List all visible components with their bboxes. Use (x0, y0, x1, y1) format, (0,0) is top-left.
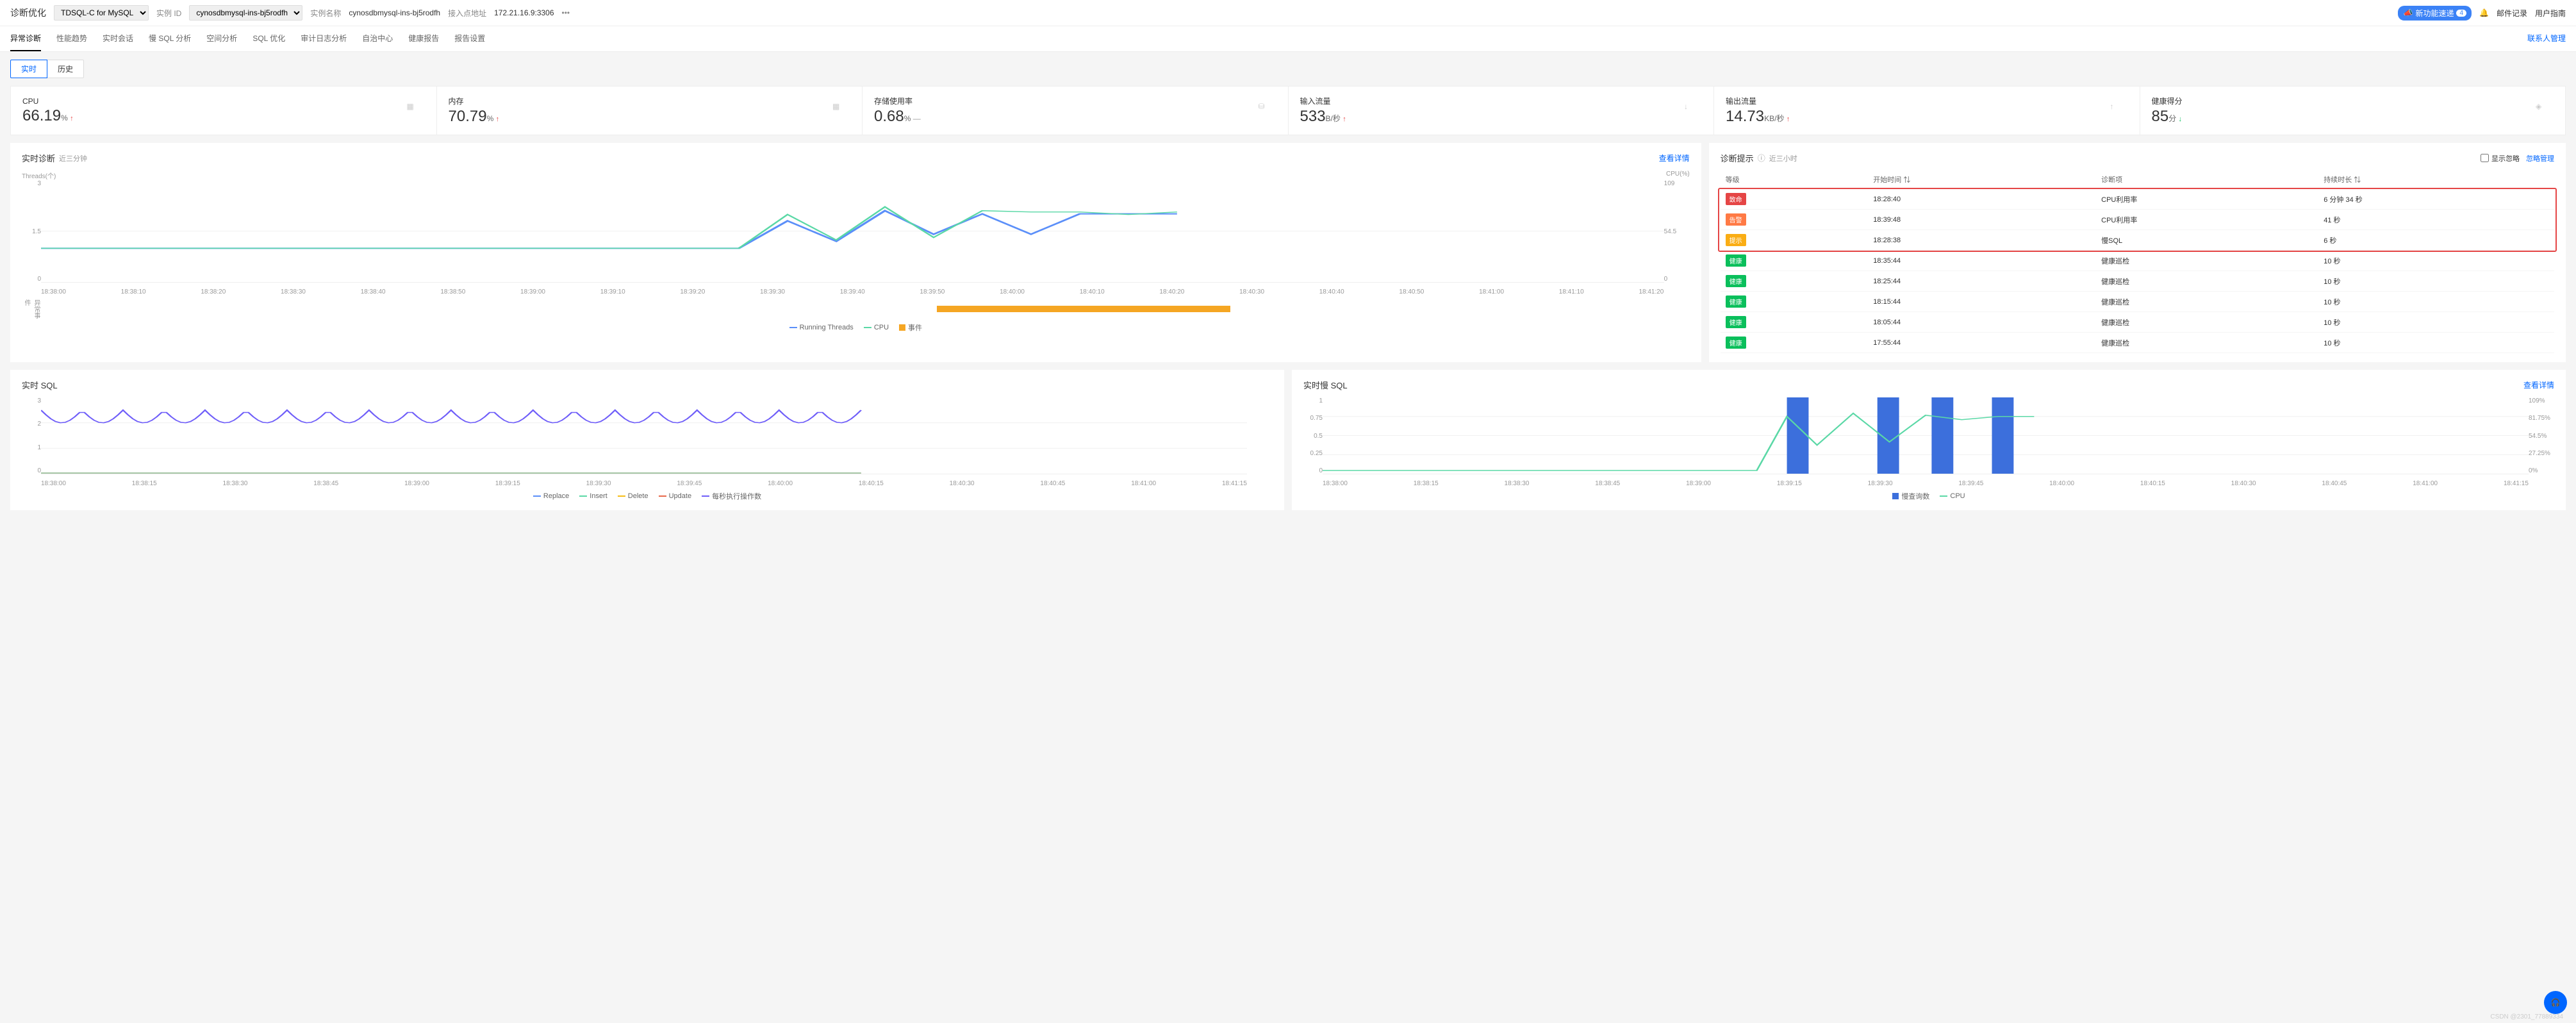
tab-audit[interactable]: 审计日志分析 (301, 26, 347, 51)
endpoint-label: 接入点地址 (448, 8, 486, 19)
show-ignore-checkbox[interactable]: 显示忽略 (2481, 153, 2520, 163)
realtime-diag-detail-link[interactable]: 查看详情 (1659, 153, 1690, 163)
metric-icon: ▦ (832, 102, 850, 120)
tab-sqlopt[interactable]: SQL 优化 (252, 26, 285, 51)
diag-row[interactable]: 健康18:05:44健康巡检10 秒 (1721, 312, 2554, 333)
page-title: 诊断优化 (10, 6, 46, 19)
topbar: 诊断优化 TDSQL-C for MySQL 实例 ID cynosdbmysq… (0, 0, 2576, 26)
support-fab[interactable]: 🎧 (2544, 991, 2567, 1014)
ignore-mgmt-link[interactable]: 忽略管理 (2526, 153, 2554, 163)
metric-2[interactable]: 存储使用率0.68% —⛁ (863, 86, 1289, 135)
realtime-sql-panel: 实时 SQL 3210 18:38:0018:38:1518:38:3018:3… (10, 370, 1284, 510)
subtabs: 实时 历史 (0, 52, 2576, 86)
diag-row[interactable]: 健康18:35:44健康巡检10 秒 (1721, 251, 2554, 271)
contact-mgmt-link[interactable]: 联系人管理 (2527, 26, 2566, 51)
diag-hint-table: 等级 开始时间 ⇅ 诊断项 持续时长 ⇅ 致命18:28:40CPU利用率6 分… (1721, 170, 2554, 353)
megaphone-icon: 📣 (2403, 8, 2413, 17)
tab-anomaly[interactable]: 异常诊断 (10, 26, 41, 51)
watermark: CSDN @2301_77889334 (2490, 1013, 2563, 1020)
tab-report[interactable]: 报告设置 (454, 26, 485, 51)
tab-health[interactable]: 健康报告 (408, 26, 439, 51)
main-tabs: 异常诊断 性能趋势 实时会话 慢 SQL 分析 空间分析 SQL 优化 审计日志… (0, 26, 2576, 52)
guide-link[interactable]: 用户指南 (2535, 8, 2566, 19)
tab-perf[interactable]: 性能趋势 (56, 26, 87, 51)
metric-5[interactable]: 健康得分85分 ↓◈ (2140, 86, 2566, 135)
metrics-row: CPU66.19% ↑▦内存70.79% ↑▦存储使用率0.68% —⛁输入流量… (0, 86, 2576, 143)
instance-id-select[interactable]: cynosdbmysql-ins-bj5rodfh (189, 5, 302, 21)
metric-icon: ▦ (407, 102, 425, 120)
diag-row[interactable]: 提示18:28:38慢SQL6 秒 (1721, 230, 2554, 251)
diag-row[interactable]: 告警18:39:48CPU利用率41 秒 (1721, 210, 2554, 230)
instance-name: cynosdbmysql-ins-bj5rodfh (349, 8, 440, 17)
realtime-diag-title: 实时诊断 (22, 152, 55, 164)
metric-3[interactable]: 输入流量533B/秒 ↑↓ (1289, 86, 1715, 135)
subtab-history[interactable]: 历史 (47, 60, 84, 78)
metric-0[interactable]: CPU66.19% ↑▦ (10, 86, 437, 135)
dbtype-select[interactable]: TDSQL-C for MySQL (54, 5, 149, 21)
mail-log-link[interactable]: 邮件记录 (2497, 8, 2527, 19)
headset-icon: 🎧 (2551, 998, 2561, 1007)
diag-row[interactable]: 健康18:15:44健康巡检10 秒 (1721, 292, 2554, 312)
diag-row[interactable]: 健康18:25:44健康巡检10 秒 (1721, 271, 2554, 292)
slow-sql-detail-link[interactable]: 查看详情 (2523, 379, 2554, 390)
realtime-diag-legend: Running Threads CPU 事件 (22, 322, 1690, 333)
new-feature-badge[interactable]: 📣 新功能速递 4 (2398, 6, 2472, 21)
diag-hint-title: 诊断提示 (1721, 152, 1754, 164)
realtime-sql-chart: 3210 18:38:0018:38:1518:38:3018:38:4518:… (22, 397, 1273, 487)
instance-id-label: 实例 ID (156, 8, 181, 19)
metric-4[interactable]: 输出流量14.73KB/秒 ↑↑ (1714, 86, 2140, 135)
metric-icon: ↓ (1684, 102, 1702, 120)
metric-icon: ↑ (2110, 102, 2128, 120)
realtime-diag-panel: 实时诊断 近三分钟 查看详情 Threads(个)CPU(%) 31.50 10… (10, 143, 1701, 362)
endpoint: 172.21.16.9:3306 (494, 8, 554, 17)
diag-hint-panel: 诊断提示 ⓘ 近三小时 显示忽略 忽略管理 等级 开始时间 ⇅ 诊断项 持续时长… (1709, 143, 2566, 362)
diag-row[interactable]: 致命18:28:40CPU利用率6 分钟 34 秒 (1721, 189, 2554, 210)
tab-space[interactable]: 空间分析 (206, 26, 237, 51)
tab-slowsql[interactable]: 慢 SQL 分析 (149, 26, 191, 51)
event-bar: 异常事件 (41, 299, 1671, 319)
realtime-diag-chart: 31.50 10954.50 18:38:0018:38:1018:38:201… (22, 180, 1690, 295)
instance-name-label: 实例名称 (310, 8, 341, 19)
metric-icon: ◈ (2536, 102, 2554, 120)
tab-auto[interactable]: 自治中心 (362, 26, 393, 51)
tab-session[interactable]: 实时会话 (103, 26, 133, 51)
bell-icon[interactable]: 🔔 (2479, 8, 2489, 17)
slow-sql-chart: 10.750.50.250 109%81.75%54.5%27.25%0% 18… (1303, 397, 2554, 487)
info-icon[interactable]: ⓘ (1758, 153, 1765, 163)
slow-sql-panel: 实时慢 SQL 查看详情 10.750.50.250 109%81.75%54.… (1292, 370, 2566, 510)
diag-row[interactable]: 健康17:55:44健康巡检10 秒 (1721, 333, 2554, 353)
metric-1[interactable]: 内存70.79% ↑▦ (437, 86, 863, 135)
metric-icon: ⛁ (1259, 102, 1276, 120)
more-icon[interactable]: ••• (562, 8, 570, 17)
subtab-realtime[interactable]: 实时 (10, 60, 47, 78)
